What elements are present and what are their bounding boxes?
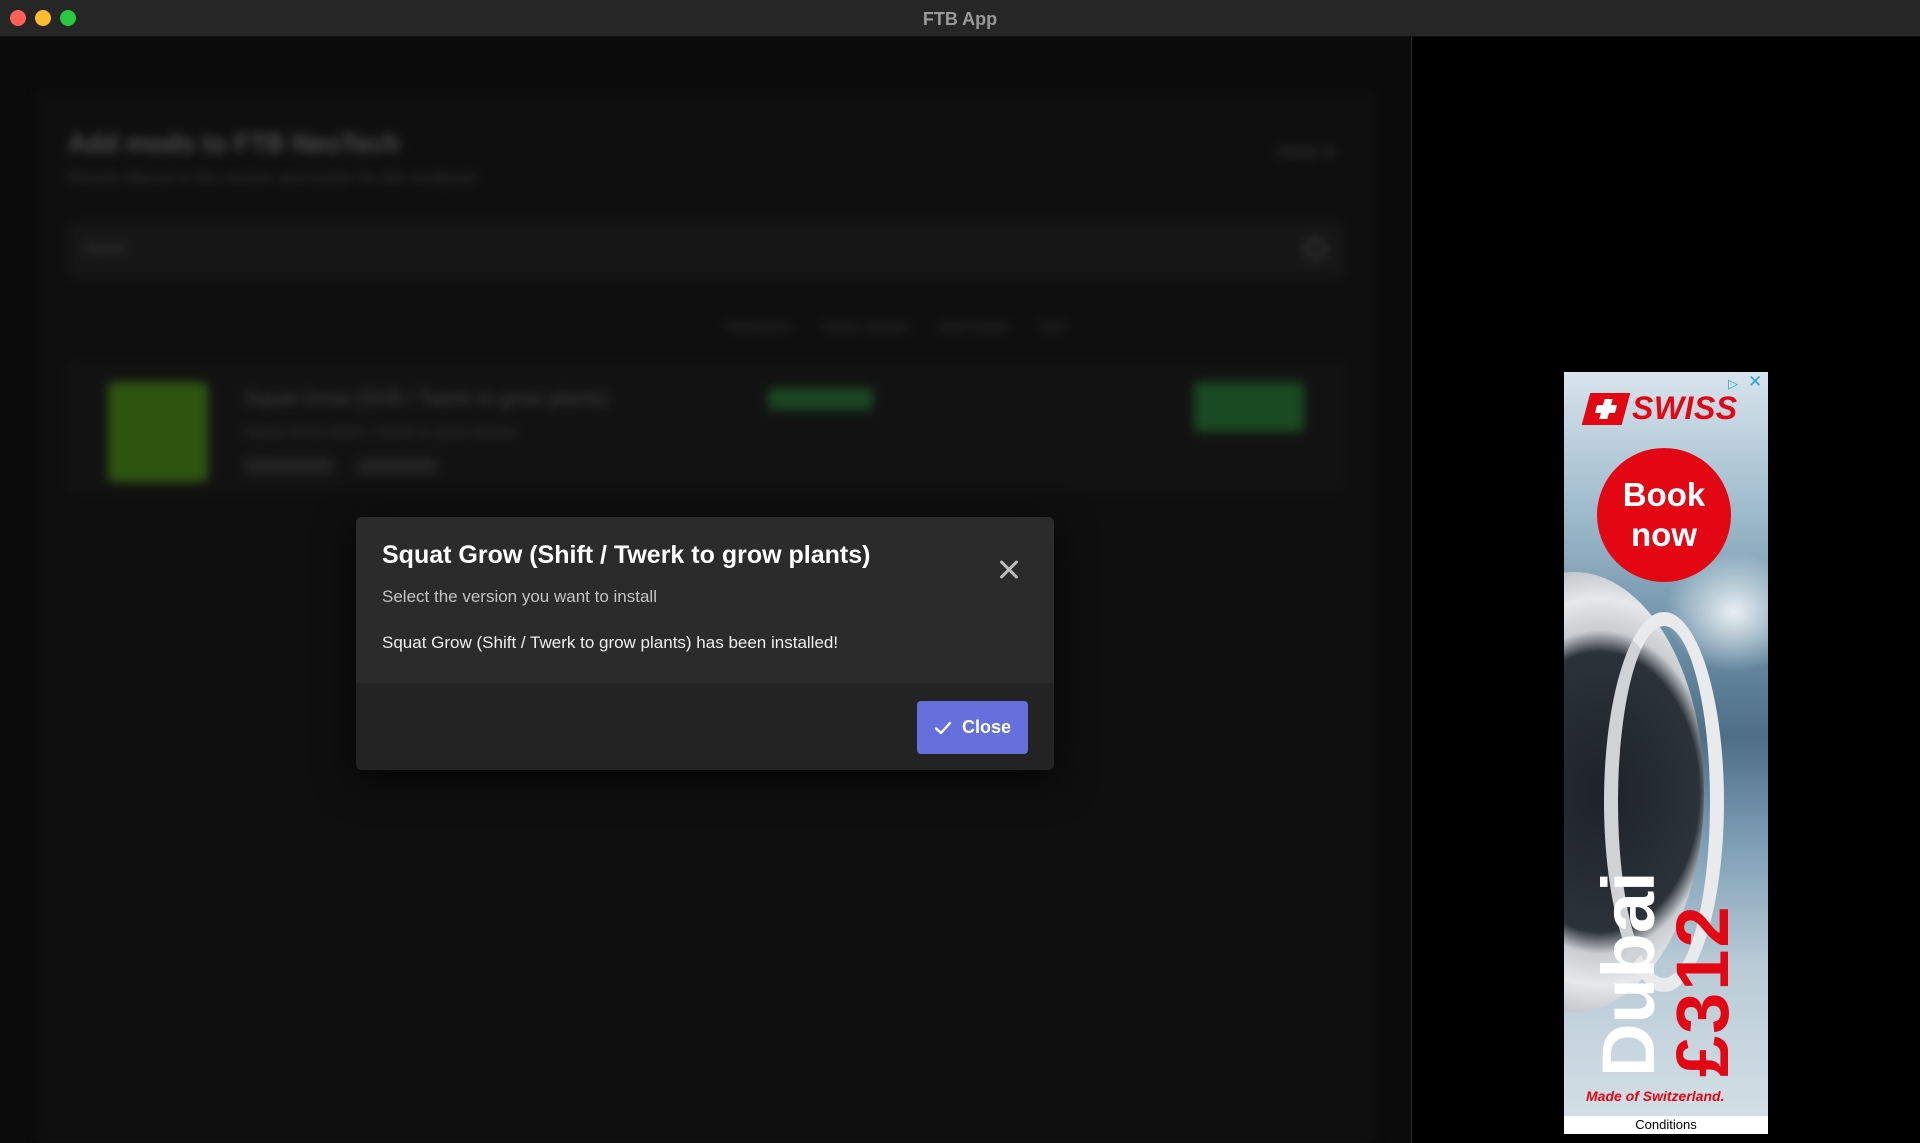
bg-mod-downloads — [244, 458, 334, 474]
ad-tagline: Made of Switzerland. — [1586, 1088, 1725, 1104]
dialog-close-icon[interactable] — [994, 555, 1024, 585]
ad-choices-icon[interactable]: ▷ — [1728, 376, 1744, 392]
ad-price: £312 — [1661, 904, 1744, 1077]
title-bar: FTB App — [0, 0, 1920, 37]
bg-mod-badge — [768, 388, 873, 410]
swiss-advertisement[interactable]: SWISS ▷ ✕ Book now Dubai £312 Made of Sw… — [1564, 372, 1768, 1134]
dialog-subtitle: Select the version you want to install — [382, 587, 657, 606]
install-success-message: Squat Grow (Shift / Twerk to grow plants… — [382, 633, 839, 652]
install-complete-dialog: Squat Grow (Shift / Twerk to grow plants… — [356, 517, 1054, 770]
bg-filter: Mod loader — [939, 318, 1010, 334]
ad-brand-name: SWISS — [1632, 390, 1738, 426]
bg-mod-card: Squat Grow (Shift / Twerk to grow plants… — [68, 362, 1344, 492]
bg-filter: Game version — [822, 318, 910, 334]
app-content-area: Add mods to FTB NeoTech Results filtered… — [0, 37, 1411, 1143]
close-button[interactable]: Close — [917, 701, 1028, 754]
bg-filter-row: Relevance Game version Mod loader Sort — [726, 318, 1346, 338]
ad-destination: Dubai — [1587, 871, 1670, 1077]
bg-filter: Sort — [1039, 318, 1066, 334]
ad-cta-line1: Book — [1622, 476, 1706, 513]
bg-search-text: Squat — [84, 240, 126, 257]
ad-close-icon[interactable]: ✕ — [1748, 373, 1764, 390]
bg-page-title: Add mods to FTB NeoTech — [68, 128, 400, 158]
ad-logo: SWISS — [1581, 390, 1738, 427]
close-button-label: Close — [961, 717, 1012, 737]
bg-install-button — [1194, 382, 1304, 432]
bg-close-link: Close ✕ — [1277, 144, 1336, 161]
window-title: FTB App — [922, 9, 998, 29]
bg-page-subtitle: Results filtered to the version and load… — [68, 170, 477, 187]
dialog-title: Squat Grow (Shift / Twerk to grow plants… — [382, 541, 871, 569]
ad-conditions-link[interactable]: Conditions — [1564, 1116, 1768, 1134]
bg-mod-updated — [358, 458, 438, 474]
bg-search-input: Squat — [68, 222, 1344, 278]
check-icon — [934, 721, 952, 734]
swiss-cross-icon — [1581, 392, 1631, 425]
search-icon — [1304, 238, 1326, 260]
ad-book-now-button[interactable]: Book now — [1597, 448, 1731, 582]
ad-cta-line2: now — [1631, 516, 1697, 553]
mod-thumbnail — [108, 382, 208, 482]
dialog-footer: Close — [356, 683, 1054, 770]
bg-mod-subtitle: Squat Grow (Shift / Twerk to grow plants… — [244, 424, 518, 441]
bg-mod-title: Squat Grow (Shift / Twerk to grow plants… — [244, 388, 609, 410]
bg-filter: Relevance — [726, 318, 793, 334]
dialog-header: Squat Grow (Shift / Twerk to grow plants… — [356, 517, 1054, 683]
